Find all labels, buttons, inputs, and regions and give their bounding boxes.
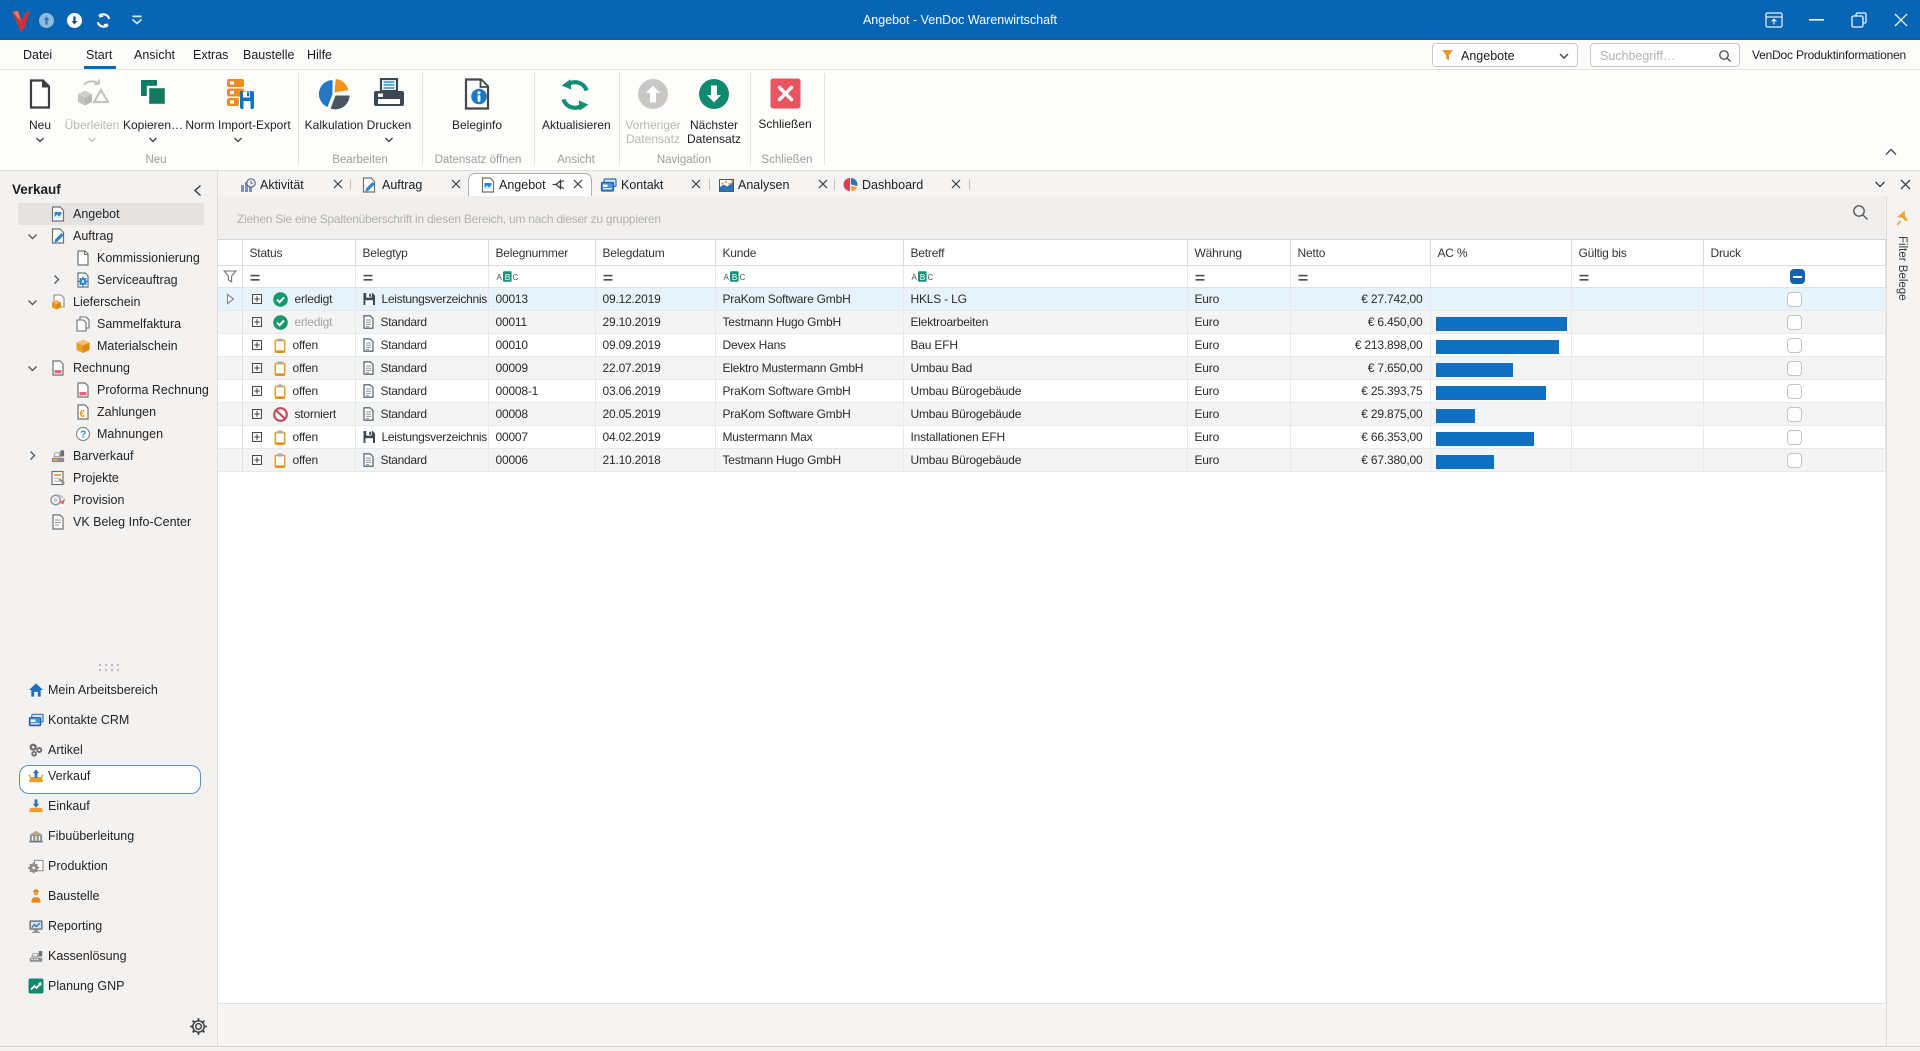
svg-text:C: C (739, 273, 745, 282)
svg-text:B: B (504, 272, 510, 282)
svg-text:€: € (80, 409, 86, 420)
svg-text:B: B (919, 272, 925, 282)
svg-text:C: C (512, 273, 518, 282)
svg-text:A: A (723, 273, 729, 282)
svg-text:C: C (927, 273, 933, 282)
svg-text:Filter Belege: Filter Belege (1896, 236, 1908, 301)
svg-text:A: A (911, 273, 917, 282)
svg-text:A: A (496, 273, 502, 282)
svg-text:B: B (731, 272, 737, 282)
svg-text:?: ? (80, 430, 86, 441)
